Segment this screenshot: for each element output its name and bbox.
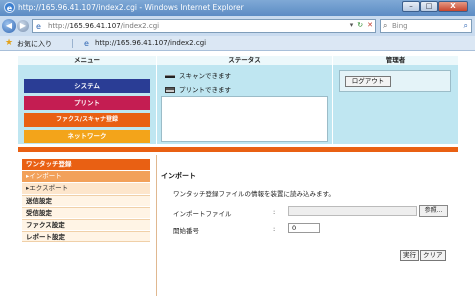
clear-button[interactable]: クリア (420, 250, 446, 261)
address-field[interactable]: e http://165.96.41.107/index2.cgi ▾ ↻ ✕ (32, 19, 376, 33)
refresh-icon[interactable]: ↻ (357, 21, 363, 29)
address-url: http://165.96.41.107/index2.cgi (48, 22, 160, 30)
scanner-icon (165, 74, 175, 78)
menu-network-button[interactable]: ネットワーク (24, 130, 150, 143)
page-favicon-icon: e (36, 22, 41, 31)
printer-icon (165, 87, 175, 93)
menu-heading: メニュー (18, 56, 156, 65)
status-message-box (161, 96, 328, 142)
search-provider-icon: ⌕ (383, 21, 388, 30)
status-column: ステータス スキャンできます プリントできます (157, 56, 332, 144)
import-file-colon: : (273, 208, 276, 216)
address-bar-row: ◀ ▶ e http://165.96.41.107/index2.cgi ▾ ↻… (0, 16, 475, 36)
favorites-star-icon[interactable]: ★ (5, 38, 13, 48)
window-title: http://165.96.41.107/index2.cgi - Window… (18, 3, 244, 12)
ie-logo-icon: e (4, 2, 15, 13)
menu-column: メニュー システム プリント ファクス/スキャナ登録 ネットワーク (18, 56, 156, 144)
window-title-bar: e http://165.96.41.107/index2.cgi - Wind… (0, 0, 475, 16)
stop-icon[interactable]: ✕ (367, 21, 373, 29)
admin-heading: 管理者 (333, 56, 458, 65)
page-header: メニュー システム プリント ファクス/スキャナ登録 ネットワーク ステータス … (18, 56, 458, 144)
maximize-button[interactable]: □ (420, 1, 438, 12)
page-margin (0, 51, 18, 296)
favorites-separator (72, 39, 73, 48)
forward-button[interactable]: ▶ (17, 20, 29, 32)
admin-box: ログアウト (339, 70, 451, 92)
browse-button[interactable]: 参照... (419, 205, 448, 217)
action-buttons: 実行 クリア (400, 250, 447, 262)
nav-onetouch-heading[interactable]: ワンタッチ登録 (22, 159, 150, 170)
nav-fax-settings[interactable]: ファクス設定 (22, 219, 150, 230)
print-status-text: プリントできます (179, 86, 231, 94)
back-button[interactable]: ◀ (2, 19, 16, 33)
favorites-button[interactable]: お気に入り (17, 39, 52, 49)
search-input[interactable]: ⌕ Bing ⌕ (380, 19, 472, 33)
search-placeholder: Bing (392, 22, 408, 30)
nav-send-settings[interactable]: 送信設定 (22, 195, 150, 206)
start-number-label: 開始番号 (173, 227, 199, 235)
scan-status-text: スキャンできます (179, 72, 231, 80)
menu-print-button[interactable]: プリント (24, 96, 150, 110)
tab-favicon-icon: e (84, 39, 89, 48)
menu-system-button[interactable]: システム (24, 79, 150, 93)
search-go-icon[interactable]: ⌕ (464, 21, 468, 31)
web-page: メニュー システム プリント ファクス/スキャナ登録 ネットワーク ステータス … (18, 56, 458, 296)
import-file-input[interactable] (288, 206, 417, 216)
close-button[interactable]: X (438, 1, 468, 12)
print-status: プリントできます (165, 84, 231, 94)
admin-column: 管理者 ログアウト (333, 56, 458, 144)
nav-import[interactable]: ▸インポート (22, 171, 150, 182)
favorites-bar: ★ お気に入り e http://165.96.41.107/index2.cg… (0, 36, 475, 51)
scan-status: スキャンできます (165, 70, 231, 80)
import-panel: インポート ワンタッチ登録ファイルの情報を装置に読み込みます。 インポートファイ… (157, 155, 458, 296)
page-title: インポート (161, 172, 196, 180)
start-number-input[interactable]: 0 (288, 223, 320, 233)
start-number-colon: : (273, 225, 276, 233)
orange-divider (18, 147, 458, 152)
status-heading: ステータス (157, 56, 332, 65)
execute-button[interactable]: 実行 (400, 250, 419, 261)
nav-report-settings[interactable]: レポート設定 (22, 231, 150, 242)
menu-fax-scanner-button[interactable]: ファクス/スキャナ登録 (24, 113, 150, 127)
import-file-label: インポートファイル (173, 210, 232, 218)
address-actions: ▾ ↻ ✕ (350, 21, 373, 29)
tab-title[interactable]: http://165.96.41.107/index2.cgi (95, 39, 206, 47)
nav-export[interactable]: ▸エクスポート (22, 183, 150, 194)
minimize-button[interactable]: – (402, 1, 420, 12)
nav-receive-settings[interactable]: 受信設定 (22, 207, 150, 218)
sub-navigation: ワンタッチ登録 ▸インポート ▸エクスポート 送信設定 受信設定 ファクス設定 … (18, 155, 156, 296)
dropdown-arrow-icon[interactable]: ▾ (350, 21, 354, 29)
import-description: ワンタッチ登録ファイルの情報を装置に読み込みます。 (173, 190, 335, 198)
logout-button[interactable]: ログアウト (345, 76, 391, 87)
